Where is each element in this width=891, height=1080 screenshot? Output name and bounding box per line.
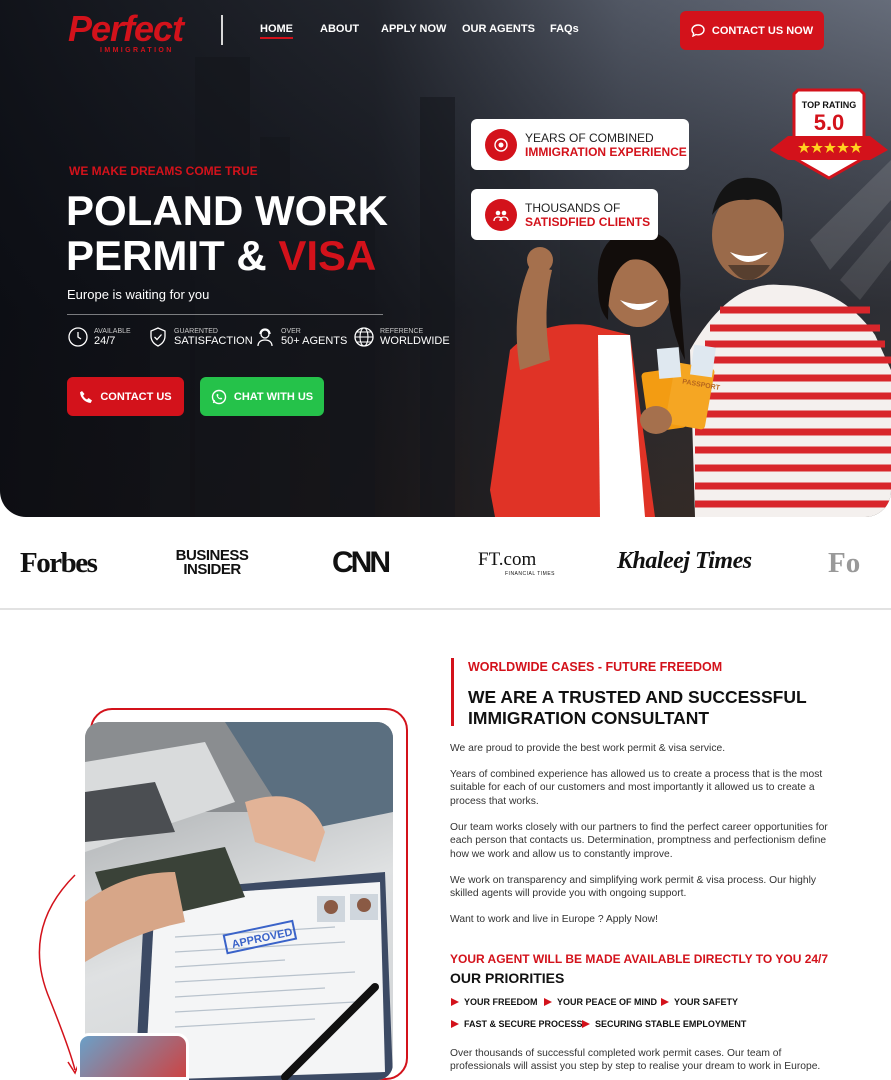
stat-small: AVAILABLE [94, 327, 131, 335]
section-accent-bar [451, 658, 454, 726]
triangle-bullet-icon [582, 1020, 590, 1028]
stat-small: GUARENTED [174, 327, 218, 335]
hero-title-highlight: VISA [278, 232, 377, 279]
stat-value: WORLDWIDE [380, 334, 450, 347]
shield-check-icon [150, 327, 166, 347]
hero-section: Perfect IMMIGRATION HOME ABOUT APPLY NOW… [0, 0, 891, 517]
hero-subtitle: Europe is waiting for you [67, 287, 210, 302]
clock-24-icon [68, 327, 88, 347]
agent-availability-kicker: YOUR AGENT WILL BE MADE AVAILABLE DIRECT… [450, 952, 829, 966]
stat-agents: OVER 50+ AGENTS [254, 326, 347, 348]
nav-about[interactable]: ABOUT [320, 23, 359, 35]
agent-headset-icon [257, 328, 273, 347]
chat-with-us-label: CHAT WITH US [233, 390, 314, 403]
about-paragraph: Want to work and live in Europe ? Apply … [450, 914, 658, 925]
chat-bubble-icon [691, 24, 705, 37]
whatsapp-icon [211, 389, 227, 404]
triangle-bullet-icon [451, 998, 459, 1006]
experience-card: YEARS OF COMBINED IMMIGRATION EXPERIENCE [471, 119, 689, 170]
approved-document-photo: APPROVED [85, 722, 393, 1080]
stat-small: REFERENCE [380, 327, 424, 335]
triangle-bullet-icon [661, 998, 669, 1006]
priority-label: YOUR SAFETY [674, 997, 739, 1007]
stat-available: AVAILABLE 24/7 [67, 326, 131, 348]
about-title-line2: IMMIGRATION CONSULTANT [468, 708, 710, 728]
triangle-bullet-icon [451, 1020, 459, 1028]
about-closing-paragraph: Over thousands of successful completed w… [450, 1048, 821, 1073]
passport-thumbnail [77, 1033, 189, 1080]
top-rating-badge: TOP RATING 5.0 [770, 88, 888, 180]
experience-line2: IMMIGRATION EXPERIENCE [525, 144, 687, 159]
logo-subtext: IMMIGRATION [100, 47, 174, 54]
about-paragraph: Years of combined experience has allowed… [450, 769, 823, 807]
clients-card: THOUSANDS OF SATISDFIED CLIENTS [471, 189, 658, 240]
stat-small: OVER [281, 327, 301, 335]
priorities-title: OUR PRIORITIES [450, 970, 565, 986]
logo-wordmark: Perfect [68, 8, 184, 49]
priority-label: SECURING STABLE EMPLOYMENT [595, 1019, 747, 1029]
hero-tagline: WE MAKE DREAMS COME TRUE [69, 164, 258, 178]
forbes-logo-repeat: Fo [828, 547, 861, 579]
hero-title: POLAND WORK PERMIT & VISA [66, 188, 388, 278]
chat-with-us-button[interactable]: CHAT WITH US [200, 377, 324, 416]
priority-label: YOUR FREEDOM [464, 997, 538, 1007]
clients-line1: THOUSANDS OF [525, 200, 621, 215]
priority-item: YOUR SAFETY [661, 997, 738, 1007]
stat-value: 24/7 [94, 334, 116, 347]
khaleej-times-logo: Khaleej Times [617, 548, 752, 574]
contact-us-now-label: CONTACT US NOW [711, 24, 814, 37]
stat-worldwide: REFERENCE WORLDWIDE [353, 326, 450, 348]
phone-icon [80, 390, 93, 403]
nav-home[interactable]: HOME [260, 23, 293, 39]
about-paragraph: Our team works closely with our partners… [450, 822, 828, 860]
priority-item: SECURING STABLE EMPLOYMENT [582, 1019, 746, 1029]
contact-us-now-button[interactable]: CONTACT US NOW [680, 11, 824, 50]
nav-apply-now[interactable]: APPLY NOW [381, 23, 446, 35]
nav-faqs[interactable]: FAQs [550, 23, 579, 35]
about-title: WE ARE A TRUSTED AND SUCCESSFUL IMMIGRAT… [468, 687, 807, 729]
forbes-logo: Forbes [20, 547, 98, 579]
stat-value: SATISFACTION [174, 334, 253, 347]
experience-line1: YEARS OF COMBINED [525, 130, 654, 145]
about-kicker: WORLDWIDE CASES - FUTURE FREEDOM [468, 660, 723, 674]
ft-logo-subtext: FINANCIAL TIMES [505, 571, 556, 577]
globe-icon [354, 327, 374, 347]
about-paragraph: We work on transparency and simplifying … [450, 875, 817, 900]
priority-label: YOUR PEACE OF MIND [557, 997, 658, 1007]
skyline-building [420, 97, 455, 517]
about-title-line1: WE ARE A TRUSTED AND SUCCESSFUL [468, 687, 807, 707]
hero-title-line2: PERMIT & [66, 232, 279, 279]
triangle-bullet-icon [544, 998, 552, 1006]
stat-value: 50+ AGENTS [281, 334, 348, 347]
rating-value: 5.0 [813, 110, 845, 135]
contact-us-button[interactable]: CONTACT US [67, 377, 184, 416]
cnn-logo: CNN [332, 546, 391, 579]
about-paragraph: We are proud to provide the best work pe… [450, 743, 726, 754]
medal-icon [485, 128, 517, 161]
brand-logo[interactable]: Perfect IMMIGRATION [68, 8, 208, 56]
hero-title-line1: POLAND WORK [66, 187, 388, 234]
header-divider [221, 15, 223, 45]
priority-item: YOUR PEACE OF MIND [544, 997, 657, 1007]
clients-line2: SATISDFIED CLIENTS [525, 214, 651, 229]
priority-item: YOUR FREEDOM [451, 997, 538, 1007]
press-logo-strip: Forbes BUSINESS INSIDER CNN FT.com FINAN… [0, 517, 891, 610]
clients-group-icon [485, 198, 517, 231]
priority-label: FAST & SECURE PROCESS [464, 1019, 583, 1029]
ft-logo: FT.com [478, 549, 537, 570]
nav-our-agents[interactable]: OUR AGENTS [462, 23, 535, 35]
rating-label: TOP RATING [801, 100, 857, 110]
hero-divider [67, 314, 383, 315]
contact-us-label: CONTACT US [100, 390, 172, 403]
priority-item: FAST & SECURE PROCESS [451, 1019, 583, 1029]
business-insider-logo: BUSINESS INSIDER [175, 547, 249, 578]
stat-satisfaction: GUARENTED SATISFACTION [147, 326, 253, 348]
